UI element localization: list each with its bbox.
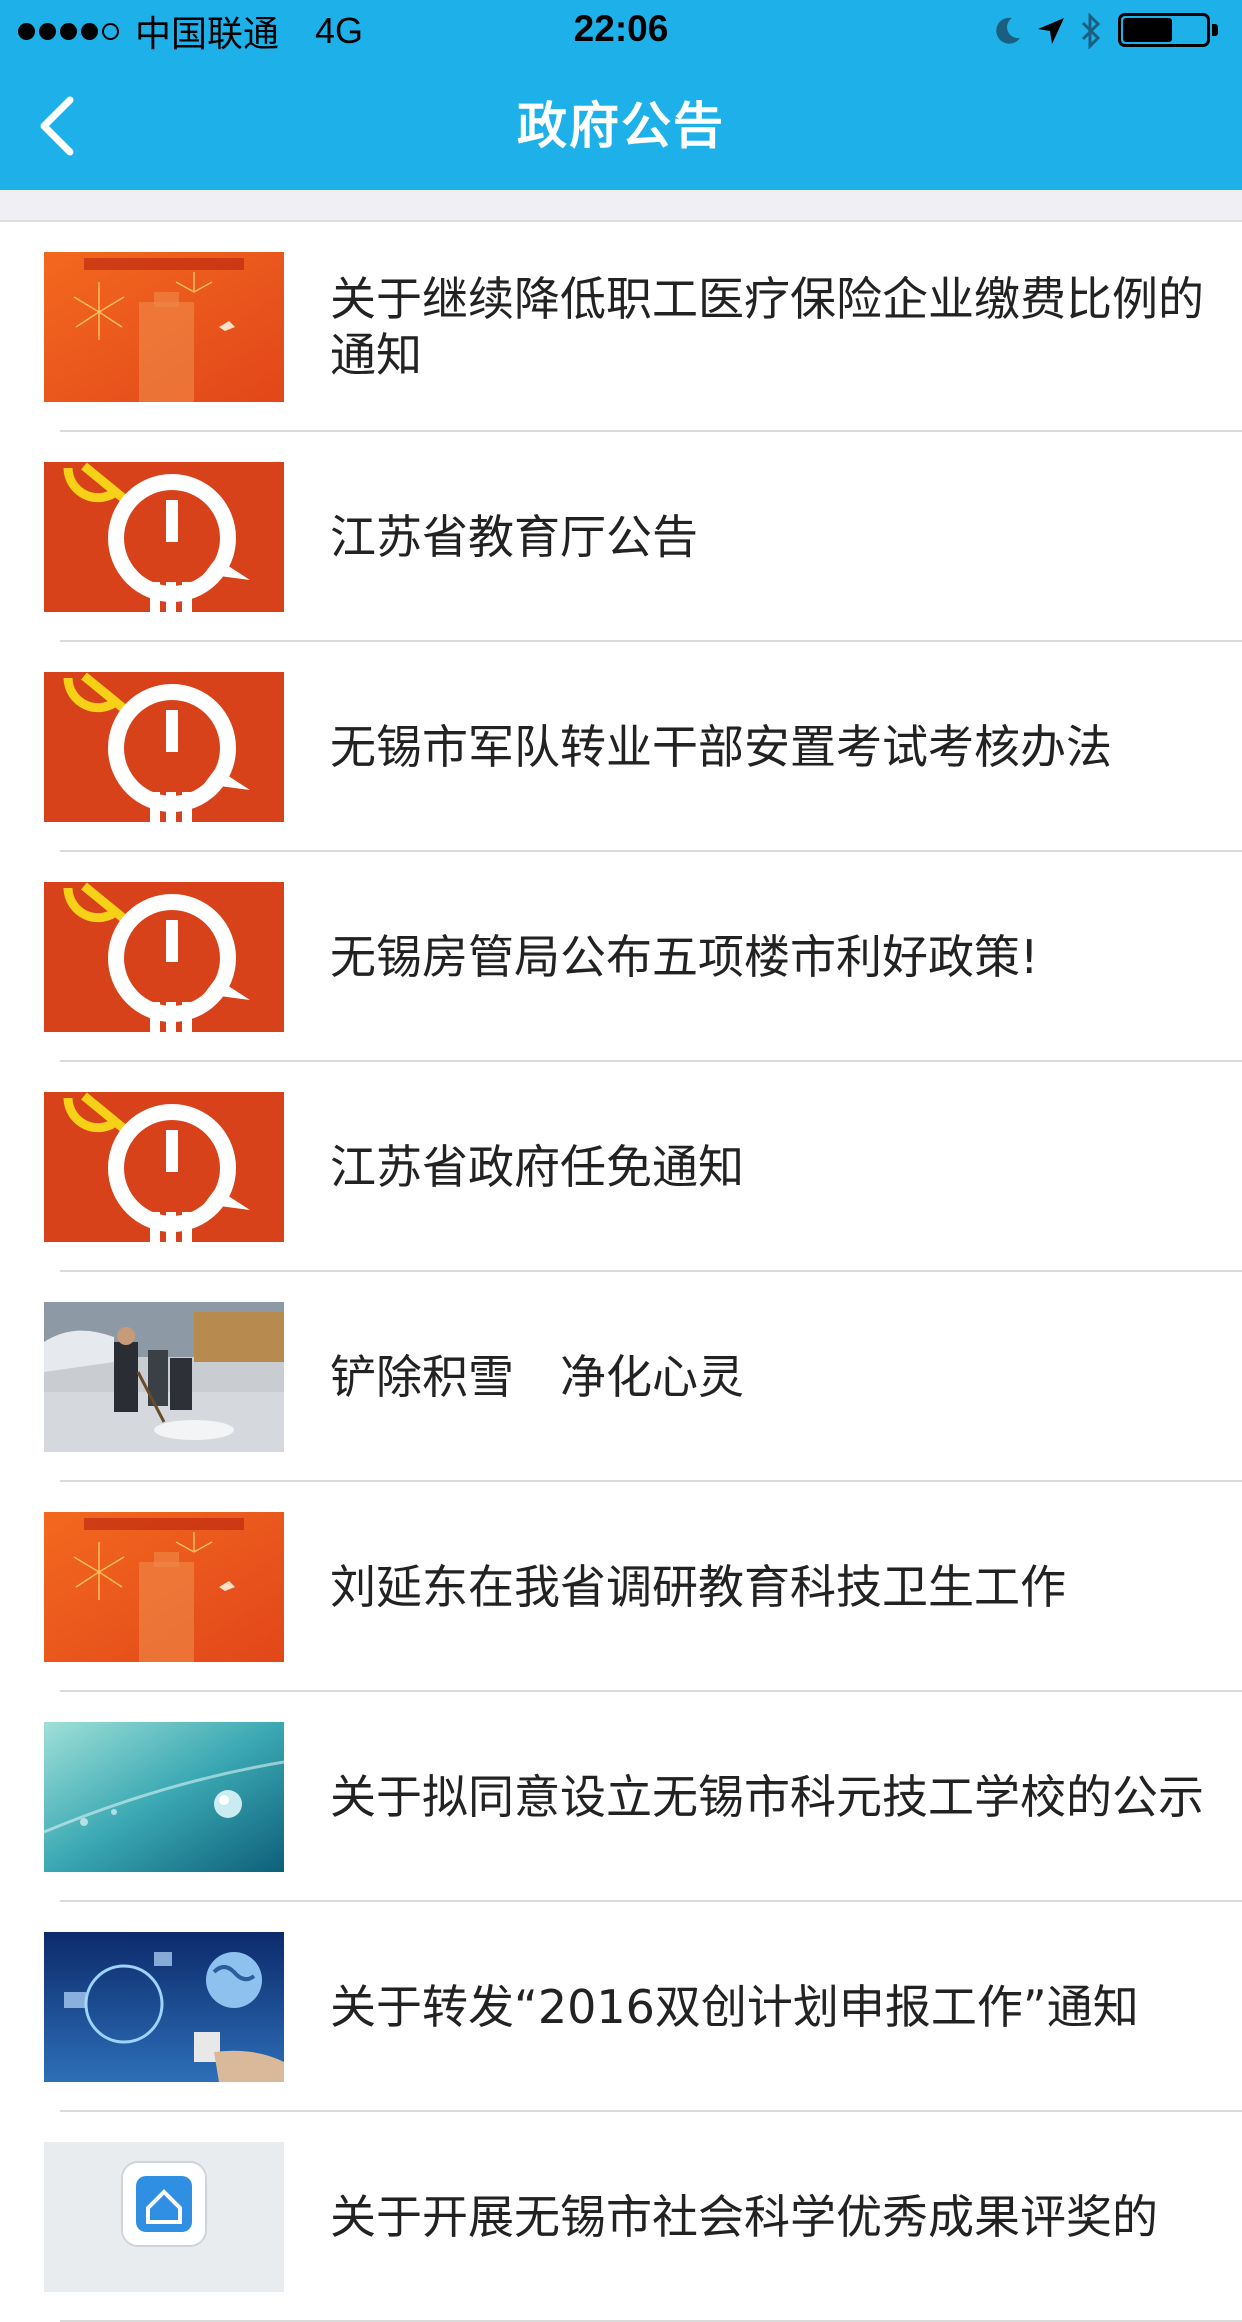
list-item[interactable]: 江苏省教育厅公告	[0, 432, 1242, 642]
list-item[interactable]: 刘延东在我省调研教育科技卫生工作	[0, 1482, 1242, 1692]
globe-technology-image	[44, 1932, 284, 2082]
announcement-list: 关于继续降低职工医疗保险企业缴费比例的通知 江苏省教育厅公告 无锡市军队转业干部…	[0, 222, 1242, 2322]
battery-icon	[1118, 13, 1222, 49]
list-item[interactable]: 江苏省政府任免通知	[0, 1062, 1242, 1272]
fireworks-building-image	[44, 252, 284, 402]
party-emblem-image	[44, 672, 284, 822]
list-item[interactable]: 无锡市军队转业干部安置考试考核办法	[0, 642, 1242, 852]
list-item-title: 江苏省教育厅公告	[330, 510, 698, 564]
fireworks-building-image	[44, 1512, 284, 1662]
list-item-title: 关于开展无锡市社会科学优秀成果评奖的	[330, 2190, 1158, 2244]
party-emblem-image	[44, 1092, 284, 1242]
status-bar-right	[980, 10, 1222, 52]
status-bar: 中国联通 4G 22:06	[0, 0, 1242, 62]
list-item[interactable]: 无锡房管局公布五项楼市利好政策!	[0, 852, 1242, 1062]
navigation-bar: 政府公告	[0, 62, 1242, 190]
list-item[interactable]: 关于继续降低职工医疗保险企业缴费比例的通知	[0, 222, 1242, 432]
list-item[interactable]: 关于拟同意设立无锡市科元技工学校的公示	[0, 1692, 1242, 1902]
list-item[interactable]: 铲除积雪 净化心灵	[0, 1272, 1242, 1482]
party-emblem-image	[44, 882, 284, 1032]
list-top-divider	[0, 190, 1242, 222]
water-drop-image	[44, 1722, 284, 1872]
list-item-title: 关于继续降低职工医疗保险企业缴费比例的通知	[330, 272, 1204, 382]
list-item-title: 江苏省政府任免通知	[330, 1140, 744, 1194]
list-item[interactable]: 关于开展无锡市社会科学优秀成果评奖的	[0, 2112, 1242, 2322]
moon-icon	[996, 17, 1020, 44]
app-icon-image	[44, 2142, 284, 2292]
list-item-title: 无锡房管局公布五项楼市利好政策!	[330, 930, 1039, 984]
party-emblem-image	[44, 462, 284, 612]
snow-shoveling-photo	[44, 1302, 284, 1452]
list-item-title: 铲除积雪 净化心灵	[330, 1350, 744, 1404]
page-title: 政府公告	[517, 97, 725, 155]
location-arrow-icon	[1038, 18, 1064, 44]
list-item-title: 关于转发“2016双创计划申报工作”通知	[330, 1980, 1139, 2034]
list-item[interactable]: 关于转发“2016双创计划申报工作”通知	[0, 1902, 1242, 2112]
bluetooth-icon	[1081, 13, 1101, 49]
list-item-title: 刘延东在我省调研教育科技卫生工作	[330, 1560, 1066, 1614]
list-item-title: 无锡市军队转业干部安置考试考核办法	[330, 720, 1112, 774]
list-item-title: 关于拟同意设立无锡市科元技工学校的公示	[330, 1770, 1204, 1824]
